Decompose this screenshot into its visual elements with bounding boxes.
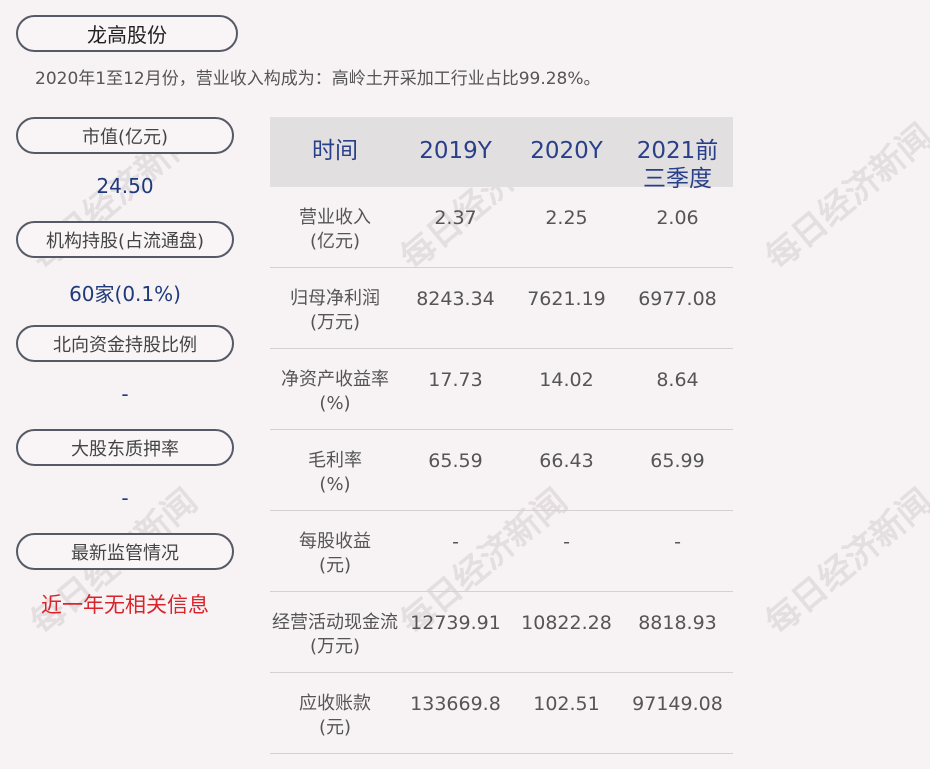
- table-cell: 65.59: [428, 450, 483, 472]
- table-cell: 17.73: [428, 369, 483, 391]
- table-cell: 7621.19: [527, 288, 606, 310]
- table-cell: 6977.08: [638, 288, 717, 310]
- table-cell: 97149.08: [632, 693, 723, 715]
- table-cell: 8.64: [656, 369, 699, 391]
- table-cell: 2.25: [545, 207, 588, 229]
- table-cell: -: [674, 531, 681, 553]
- regulatory-status-value: 近一年无相关信息: [41, 593, 209, 617]
- pledge-rate-value: -: [121, 486, 129, 510]
- table-cell: 2.37: [434, 207, 477, 229]
- revenue-composition-text: 2020年1至12月份，营业收入构成为：高岭土开采加工行业占比99.28%。: [35, 69, 601, 89]
- watermark: 每日经济新闻: [758, 116, 930, 279]
- row-label: 净资产收益率 (%): [281, 369, 389, 414]
- table-cell: -: [452, 531, 459, 553]
- row-label: 每股收益 (元): [299, 531, 371, 576]
- table-cell: 133669.8: [410, 693, 501, 715]
- table-cell: 8818.93: [638, 612, 717, 634]
- table-row: 应收账款 (元) 133669.8 102.51 97149.08: [270, 673, 733, 754]
- table-row: 归母净利润 (万元) 8243.34 7621.19 6977.08: [270, 268, 733, 349]
- table-cell: 8243.34: [416, 288, 495, 310]
- financial-table: 时间 2019Y 2020Y 2021前三季度 营业收入 (亿元) 2.37 2.…: [270, 117, 733, 754]
- watermark: 每日经济新闻: [758, 481, 930, 644]
- table-row: 净资产收益率 (%) 17.73 14.02 8.64: [270, 349, 733, 430]
- regulatory-status-label: 最新监管情况: [16, 533, 234, 570]
- header-2020: 2020Y: [530, 138, 603, 164]
- table-cell: 10822.28: [521, 612, 612, 634]
- table-cell: 102.51: [533, 693, 600, 715]
- table-cell: -: [563, 531, 570, 553]
- table-cell: 65.99: [650, 450, 705, 472]
- table-header: 时间 2019Y 2020Y 2021前三季度: [270, 117, 733, 192]
- header-2019: 2019Y: [419, 138, 492, 164]
- company-title: 龙高股份: [16, 15, 238, 52]
- institution-holding-label: 机构持股(占流通盘): [16, 221, 234, 258]
- pledge-rate-label: 大股东质押率: [16, 429, 234, 466]
- row-label: 毛利率 (%): [308, 450, 362, 495]
- table-cell: 14.02: [539, 369, 594, 391]
- table-row: 每股收益 (元) - - -: [270, 511, 733, 592]
- table-row: 经营活动现金流 (万元) 12739.91 10822.28 8818.93: [270, 592, 733, 673]
- row-label: 经营活动现金流 (万元): [272, 612, 398, 657]
- row-label: 营业收入 (亿元): [299, 207, 371, 252]
- market-cap-label: 市值(亿元): [16, 117, 234, 154]
- row-label: 应收账款 (元): [299, 693, 371, 738]
- table-cell: 2.06: [656, 207, 699, 229]
- header-2021q3: 2021前三季度: [636, 138, 719, 192]
- table-cell: 12739.91: [410, 612, 501, 634]
- table-row: 营业收入 (亿元) 2.37 2.25 2.06: [270, 187, 733, 268]
- institution-holding-value: 60家(0.1%): [69, 282, 181, 306]
- northbound-holding-label: 北向资金持股比例: [16, 325, 234, 362]
- market-cap-value: 24.50: [96, 174, 154, 198]
- northbound-holding-value: -: [121, 382, 129, 406]
- row-label: 归母净利润 (万元): [290, 288, 380, 333]
- table-row: 毛利率 (%) 65.59 66.43 65.99: [270, 430, 733, 511]
- table-cell: 66.43: [539, 450, 594, 472]
- header-time: 时间: [312, 138, 358, 164]
